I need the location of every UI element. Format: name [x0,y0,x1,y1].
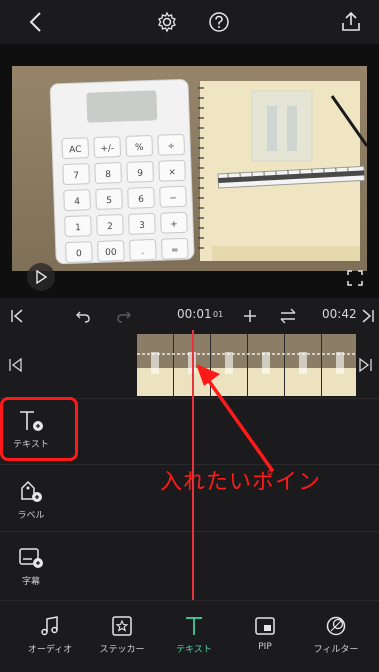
calculator-key-label: 7 [73,171,79,181]
preview-image: AC +/-% ÷7 8 9 ×4 5 6 −1 2 3 +0 00. = [12,66,367,271]
timeline-toolbar: 00:01 01 00:42 [0,300,379,332]
total-time: 00:42 [322,307,357,321]
calculator-key-label: − [169,194,177,204]
chevron-left-icon [29,12,41,32]
undo-icon [76,311,90,323]
calculator-key-label: . [141,247,144,257]
track-divider [62,531,379,532]
video-preview[interactable]: AC +/-% ÷ 7 8 9 × 4 5 6−1 2 3 +0 00. = [0,44,379,298]
share-icon [342,11,360,31]
prev-clip-button[interactable] [7,357,27,377]
next-clip-button[interactable] [358,357,378,377]
play-icon [36,270,48,284]
calculator-key-label: 6 [138,195,144,205]
calculator-key-label: 5 [106,196,112,206]
tool-text[interactable]: テキスト [158,615,230,655]
label-add-icon [21,480,42,502]
add-subtitle-button[interactable]: 字幕 [0,546,62,587]
jump-start-icon [11,309,23,323]
back-button[interactable] [22,8,50,36]
calculator-key-label: = [171,246,179,256]
pip-icon [255,617,275,635]
expand-icon [347,270,363,286]
panel-divider [0,531,62,532]
subtitle-add-icon [19,548,43,568]
tool-text-label: テキスト [176,645,212,655]
calculator-key-label: 3 [139,221,145,231]
add-subtitle-label: 字幕 [21,577,40,587]
annotation-highlight-box [0,397,78,461]
calculator-key-label: + [170,220,178,230]
sticker-icon [112,616,132,636]
calculator-key-label: AC [69,145,82,155]
add-label-button[interactable]: ラベル [0,478,62,521]
triangle-left-icon [9,357,22,373]
jump-end-button[interactable] [357,305,379,327]
music-note-icon [41,616,58,636]
tool-filter[interactable]: フィルター [300,615,372,655]
tool-sticker[interactable]: ステッカー [86,615,158,655]
jump-start-button[interactable] [6,305,28,327]
calculator-key-label: 9 [137,169,143,179]
tool-audio-label: オーディオ [27,645,73,655]
calculator-key-label: 8 [105,170,111,180]
current-frame: 01 [213,310,224,319]
text-icon [186,617,202,635]
help-button[interactable] [205,8,233,36]
swap-icon [280,308,296,324]
calculator-key-label: 4 [74,197,80,207]
filter-icon [326,616,346,636]
tool-audio[interactable]: オーディオ [14,615,86,655]
calculator-key-label: +/- [100,144,114,154]
calculator-key-label: 00 [105,248,117,258]
calculator-key-label: 0 [76,249,82,259]
share-button[interactable] [337,8,365,36]
plus-icon [244,310,256,322]
swap-button[interactable] [277,305,299,327]
tool-sticker-label: ステッカー [99,645,145,655]
redo-icon [117,311,131,323]
triangle-right-icon [359,357,372,373]
redo-button[interactable] [113,305,135,327]
fullscreen-button[interactable] [341,264,369,292]
calculator-key-label: 1 [75,223,81,233]
bottom-toolbar: オーディオ ステッカー テキスト PIP フィルター [0,600,379,672]
settings-button[interactable] [153,8,181,36]
top-bar [0,0,379,44]
play-button[interactable] [27,263,55,291]
tool-filter-label: フィルター [313,645,359,655]
current-time: 00:01 [177,307,212,321]
help-icon [209,12,229,32]
annotation-text: 入れたいポイン [160,470,322,495]
calculator-key-label: 2 [107,222,113,232]
panel-divider [0,464,62,465]
add-label-label: ラベル [17,511,45,521]
jump-end-icon [362,309,374,323]
add-clip-button[interactable] [239,305,261,327]
undo-button[interactable] [72,305,94,327]
tool-pip-label: PIP [258,642,272,652]
gear-icon [158,11,176,33]
calculator-key-label: % [135,143,144,153]
tool-pip[interactable]: PIP [229,615,301,652]
calculator-key-label: ÷ [167,142,175,152]
annotation-arrow [196,364,274,472]
calculator-key-label: × [168,168,176,178]
preview-frame: AC +/-% ÷ 7 8 9 × 4 5 6−1 2 3 +0 00. = [12,66,367,271]
